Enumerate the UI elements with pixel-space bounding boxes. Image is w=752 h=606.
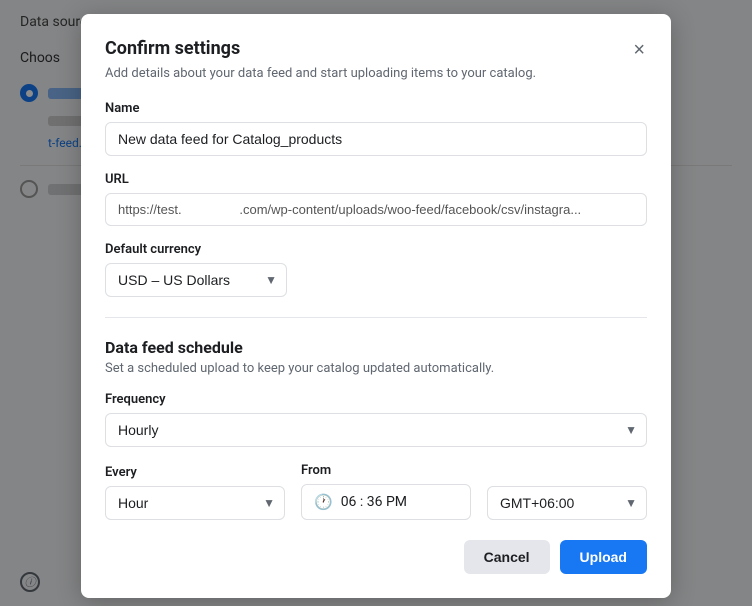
from-field-group: From 🕐 06 : 36 PM <box>301 463 471 520</box>
url-label: URL <box>105 172 647 187</box>
every-select-wrapper: Hour 2 Hours 4 Hours 6 Hours 12 Hours ▼ <box>105 486 285 520</box>
frequency-label: Frequency <box>105 392 647 407</box>
currency-label: Default currency <box>105 242 647 257</box>
timezone-select[interactable]: GMT+06:00 GMT+00:00 GMT-05:00 <box>487 486 647 520</box>
section-divider <box>105 317 647 318</box>
schedule-subtitle: Set a scheduled upload to keep your cata… <box>105 361 647 376</box>
schedule-row: Every Hour 2 Hours 4 Hours 6 Hours 12 Ho… <box>105 463 647 520</box>
every-field-group: Every Hour 2 Hours 4 Hours 6 Hours 12 Ho… <box>105 465 285 520</box>
modal-subtitle: Add details about your data feed and sta… <box>105 66 647 81</box>
cancel-button[interactable]: Cancel <box>464 540 550 574</box>
modal-title: Confirm settings <box>105 38 240 59</box>
frequency-field-group: Frequency Hourly Daily Weekly ▼ <box>105 392 647 447</box>
name-label: Name <box>105 101 647 116</box>
currency-select-wrapper: USD – US Dollars EUR – Euros GBP – Briti… <box>105 263 287 297</box>
time-input[interactable]: 🕐 06 : 36 PM <box>301 484 471 520</box>
clock-icon: 🕐 <box>314 493 333 511</box>
time-value: 06 : 36 PM <box>341 494 407 510</box>
modal-header: Confirm settings × <box>105 38 647 62</box>
every-select[interactable]: Hour 2 Hours 4 Hours 6 Hours 12 Hours <box>105 486 285 520</box>
name-input[interactable] <box>105 122 647 156</box>
frequency-select[interactable]: Hourly Daily Weekly <box>105 413 647 447</box>
upload-button[interactable]: Upload <box>560 540 647 574</box>
schedule-section: Data feed schedule Set a scheduled uploa… <box>105 338 647 520</box>
from-label: From <box>301 463 471 478</box>
url-field-group: URL <box>105 172 647 226</box>
currency-select[interactable]: USD – US Dollars EUR – Euros GBP – Briti… <box>105 263 287 297</box>
confirm-settings-modal: Confirm settings × Add details about you… <box>81 14 671 598</box>
timezone-field-group: GMT+06:00 GMT+00:00 GMT-05:00 ▼ <box>487 464 647 520</box>
currency-field-group: Default currency USD – US Dollars EUR – … <box>105 242 647 297</box>
close-button[interactable]: × <box>631 38 647 62</box>
name-field-group: Name <box>105 101 647 156</box>
frequency-select-wrapper: Hourly Daily Weekly ▼ <box>105 413 647 447</box>
url-input[interactable] <box>105 193 647 226</box>
schedule-title: Data feed schedule <box>105 338 647 357</box>
timezone-select-wrapper: GMT+06:00 GMT+00:00 GMT-05:00 ▼ <box>487 486 647 520</box>
modal-footer: Cancel Upload <box>105 540 647 574</box>
every-label: Every <box>105 465 285 480</box>
